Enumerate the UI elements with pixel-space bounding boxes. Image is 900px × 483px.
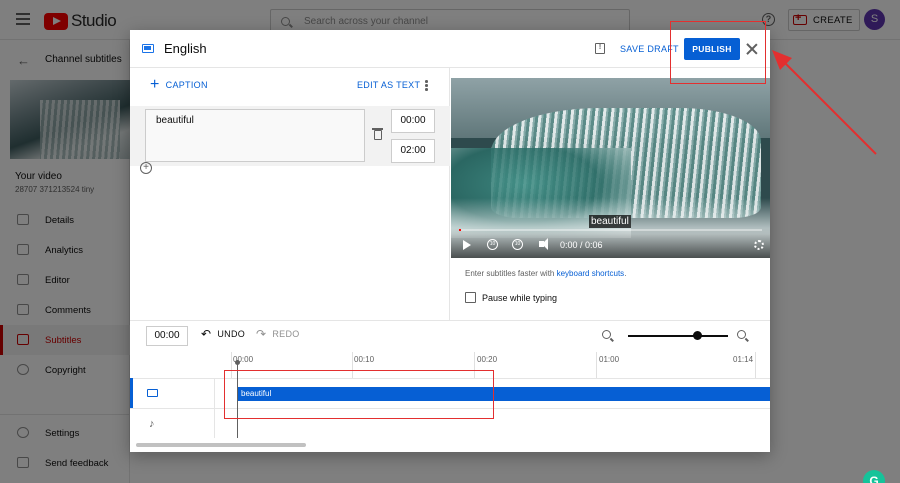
annotation-arrow: [772, 50, 877, 155]
